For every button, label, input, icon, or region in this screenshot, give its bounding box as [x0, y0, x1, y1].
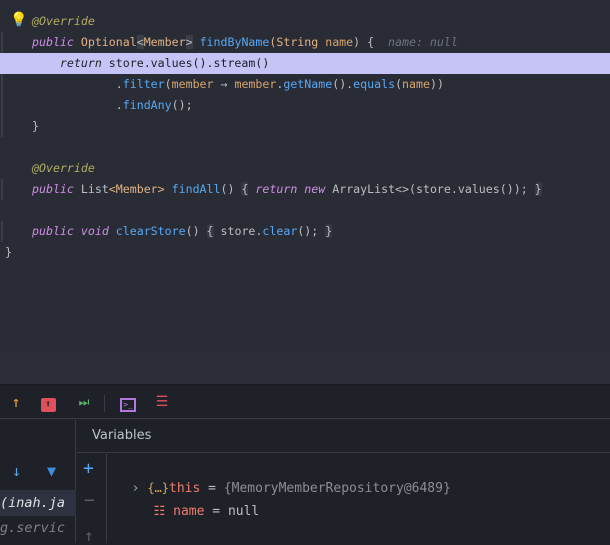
step-out-icon[interactable]: ↑ — [6, 392, 26, 412]
code-token: Member — [143, 35, 186, 49]
code-token: { — [206, 224, 214, 238]
code-token: member — [171, 77, 214, 91]
editor-footer — [0, 350, 610, 385]
filter-icon[interactable]: ▼ — [47, 462, 56, 480]
code-token: (String — [269, 35, 326, 49]
code-token: name: null — [374, 35, 458, 49]
code-token: new — [304, 182, 326, 196]
code-line[interactable]: public List<Member> findAll() { return n… — [0, 179, 610, 200]
toolbar-divider — [104, 395, 105, 412]
code-token: () — [185, 224, 207, 238]
code-token: < — [136, 35, 144, 49]
code-line[interactable]: public void clearStore() { store.clear()… — [0, 221, 610, 242]
variable-row-name[interactable]: ☷ name = null — [138, 479, 260, 519]
code-token: . — [32, 77, 123, 91]
code-token: ( — [395, 77, 403, 91]
code-token: > — [185, 35, 193, 49]
add-watch-icon[interactable]: + — [83, 458, 94, 479]
code-token: filter — [122, 77, 165, 91]
code-token: . — [32, 98, 123, 112]
code-token: equals — [353, 77, 396, 91]
code-token: public — [32, 182, 74, 196]
code-token: store. — [213, 224, 263, 238]
code-line[interactable]: public Optional<Member> findByName(Strin… — [0, 32, 610, 53]
frames-panel: ↓ ▼ (inah.ja g.servic — [0, 420, 76, 543]
code-token: public — [32, 224, 74, 238]
code-token: name — [402, 77, 430, 91]
code-token: clear — [262, 224, 298, 238]
equals: = — [204, 504, 228, 519]
code-token: clearStore — [115, 224, 186, 238]
code-line-current[interactable]: return store.values().stream() — [0, 53, 610, 74]
code-token: → — [213, 77, 235, 91]
indent-guide — [1, 74, 9, 95]
code-token: } — [325, 224, 333, 238]
drop-frame-icon[interactable]: ⬆ — [38, 392, 58, 412]
code-token: (); — [171, 98, 193, 112]
variable-name: name — [173, 504, 205, 519]
code-token: @Override — [32, 14, 95, 28]
code-token: ( — [164, 77, 172, 91]
variables-title: Variables — [92, 428, 152, 443]
code-token: <Member> — [108, 182, 165, 196]
code-token: Optional — [73, 35, 137, 49]
code-token: } — [534, 182, 542, 196]
frame-item-selected[interactable]: (inah.ja — [0, 490, 76, 516]
code-token: findAll — [171, 182, 221, 196]
move-up-icon[interactable]: ↑ — [84, 526, 94, 545]
code-token: () — [220, 182, 242, 196]
code-token: @Override — [32, 161, 95, 175]
code-token: ) { — [353, 35, 375, 49]
code-token: getName — [283, 77, 333, 91]
code-line[interactable]: @Override — [0, 158, 610, 179]
code-line[interactable]: } — [0, 242, 610, 263]
variable-value: null — [227, 504, 260, 519]
code-token: List — [73, 182, 109, 196]
code-token: return — [255, 182, 298, 196]
down-arrow-icon[interactable]: ↓ — [12, 462, 21, 480]
code-line[interactable]: } — [0, 116, 610, 137]
breakpoints-list-icon[interactable]: ☰ — [152, 392, 172, 412]
variables-header: Variables — [77, 420, 610, 453]
console-icon[interactable]: >_ — [118, 392, 138, 412]
variables-sidebar: + − ↑ — [77, 454, 107, 545]
code-token: findByName — [199, 35, 270, 49]
code-token: (); — [297, 224, 326, 238]
indent-guide — [1, 32, 9, 53]
code-token: store.values().stream() — [101, 56, 270, 70]
variable-row-this[interactable]: › {…}this = {MemoryMemberRepository@6489… — [116, 455, 451, 496]
primitive-icon: ☷ — [153, 504, 166, 519]
code-token: return — [59, 56, 102, 70]
code-line[interactable]: .filter(member → member.getName().equals… — [0, 74, 610, 95]
code-line[interactable]: @Override — [0, 11, 610, 32]
code-token: } — [5, 245, 12, 259]
code-token: findAny — [122, 98, 172, 112]
code-token: (). — [332, 77, 354, 91]
indent-guide — [1, 221, 9, 242]
code-token: public — [32, 35, 74, 49]
code-token: } — [32, 119, 39, 133]
code-token: )) — [429, 77, 444, 91]
remove-watch-icon[interactable]: − — [84, 490, 95, 511]
frame-item[interactable]: g.servic — [0, 517, 76, 539]
code-token: member — [234, 77, 277, 91]
run-to-cursor-icon[interactable]: ⏭ — [74, 392, 94, 412]
indent-guide — [1, 95, 9, 116]
indent-guide — [1, 179, 9, 200]
code-token: ArrayList<>(store.values()); — [325, 182, 535, 196]
code-token: void — [80, 224, 109, 238]
code-editor[interactable]: 💡 @Override public Optional<Member> findB… — [0, 0, 610, 350]
indent-guide — [1, 116, 9, 137]
code-token: name — [325, 35, 354, 49]
code-line[interactable]: .findAny(); — [0, 95, 610, 116]
debug-toolbar: ↑ ⬆ ⏭ >_ ☰ — [0, 386, 610, 419]
